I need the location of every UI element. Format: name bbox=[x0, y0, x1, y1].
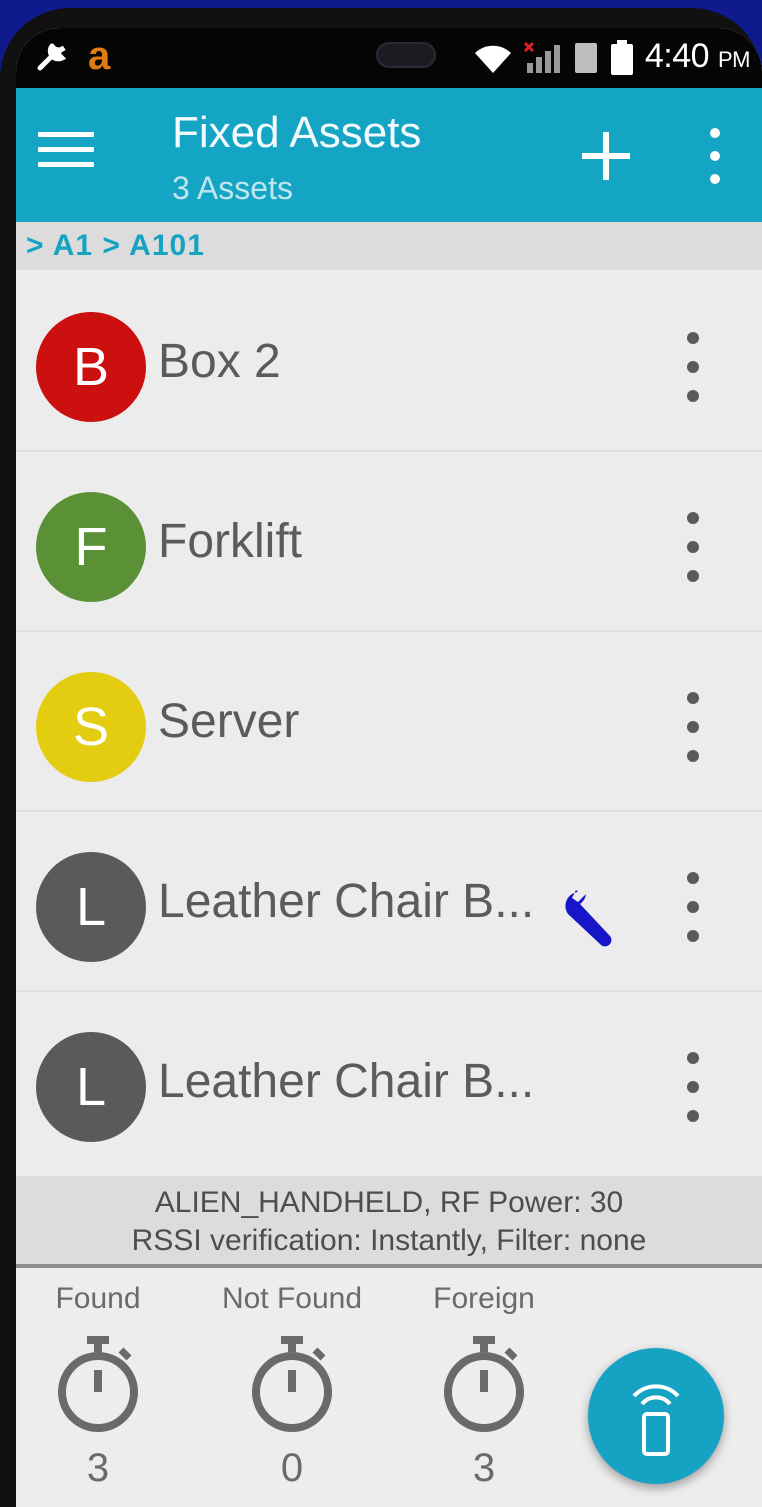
item-overflow-menu-icon[interactable] bbox=[680, 1052, 706, 1122]
asset-name: Box 2 bbox=[158, 335, 281, 388]
reader-filter-line: RSSI verification: Instantly, Filter: no… bbox=[131, 1224, 647, 1257]
list-item[interactable]: B Box 2 bbox=[16, 272, 762, 452]
item-overflow-menu-icon[interactable] bbox=[680, 692, 706, 762]
wifi-icon bbox=[474, 45, 511, 73]
foreign-label: Foreign bbox=[433, 1282, 535, 1315]
asset-name: Forklift bbox=[158, 515, 302, 568]
maintenance-wrench-icon bbox=[565, 890, 612, 947]
avatar: L bbox=[36, 1032, 146, 1142]
stopwatch-icon bbox=[252, 1336, 332, 1432]
list-item[interactable]: L Leather Chair B... bbox=[16, 812, 762, 992]
add-icon[interactable] bbox=[576, 126, 636, 186]
battery-icon bbox=[610, 40, 633, 75]
stopwatch-icon bbox=[58, 1336, 138, 1432]
overflow-menu-icon[interactable] bbox=[700, 128, 730, 184]
asset-name: Leather Chair B... bbox=[158, 875, 535, 928]
asset-name: Leather Chair B... bbox=[158, 1055, 535, 1108]
wrench-status-icon bbox=[37, 43, 67, 71]
stopwatch-icon bbox=[444, 1336, 524, 1432]
found-label: Found bbox=[55, 1282, 141, 1315]
avatar: S bbox=[36, 672, 146, 782]
asset-count-subtitle: 3 Assets bbox=[172, 170, 293, 206]
item-overflow-menu-icon[interactable] bbox=[680, 332, 706, 402]
asset-name: Server bbox=[158, 695, 300, 748]
page-title: Fixed Assets bbox=[172, 108, 422, 157]
scan-button[interactable] bbox=[588, 1348, 724, 1484]
app-notification-icon: a bbox=[88, 34, 111, 78]
clock: 4:40 PM bbox=[644, 37, 751, 75]
status-bar: a 4:40 PM bbox=[16, 28, 762, 88]
item-overflow-menu-icon[interactable] bbox=[680, 512, 706, 582]
asset-list: B Box 2 F Forklift S Server L Leather Ch… bbox=[16, 272, 762, 1172]
avatar: B bbox=[36, 312, 146, 422]
avatar: F bbox=[36, 492, 146, 602]
item-overflow-menu-icon[interactable] bbox=[680, 872, 706, 942]
found-count: 3 bbox=[86, 1446, 110, 1490]
not-found-count: 0 bbox=[280, 1446, 304, 1490]
front-camera bbox=[376, 42, 436, 68]
app-bar: Fixed Assets 3 Assets bbox=[16, 88, 762, 222]
sim-icon bbox=[574, 43, 597, 73]
list-item[interactable]: S Server bbox=[16, 632, 762, 812]
foreign-counter: Foreign 3 bbox=[394, 1268, 574, 1491]
list-item[interactable]: L Leather Chair B... bbox=[16, 992, 762, 1172]
found-counter: Found 3 bbox=[16, 1268, 188, 1491]
device-screen: a 4:40 PM Fixed Assets 3 Assets > A1 > A… bbox=[16, 28, 762, 1507]
signal-icon bbox=[523, 41, 560, 73]
rfid-reader-icon bbox=[632, 1384, 680, 1456]
avatar: L bbox=[36, 852, 146, 962]
scan-counters: Found 3 Not Found 0 Foreign 3 bbox=[16, 1268, 762, 1507]
reader-config-line: ALIEN_HANDHELD, RF Power: 30 bbox=[154, 1186, 624, 1219]
reader-info: ALIEN_HANDHELD, RF Power: 30 RSSI verifi… bbox=[16, 1176, 762, 1264]
hamburger-menu-icon[interactable] bbox=[38, 132, 94, 176]
breadcrumb[interactable]: > A1 > A101 bbox=[16, 222, 762, 270]
foreign-count: 3 bbox=[472, 1446, 496, 1490]
list-item[interactable]: F Forklift bbox=[16, 452, 762, 632]
not-found-label: Not Found bbox=[221, 1282, 363, 1315]
not-found-counter: Not Found 0 bbox=[202, 1268, 382, 1491]
